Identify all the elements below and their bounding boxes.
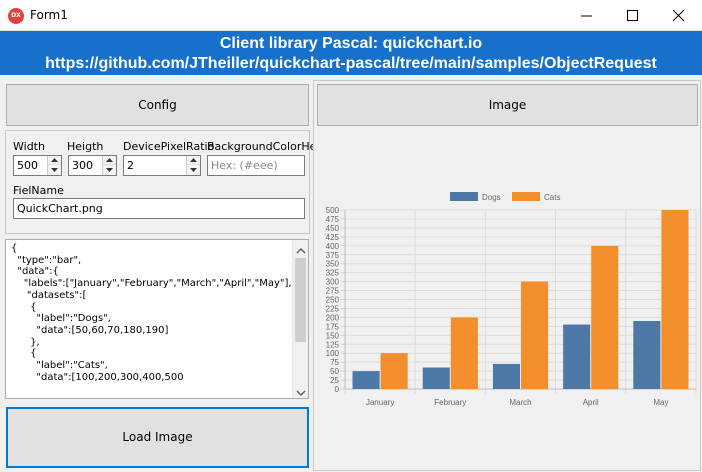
app-icon xyxy=(8,8,24,24)
width-value: 500 xyxy=(17,159,38,172)
config-button[interactable]: Config xyxy=(6,84,309,126)
y-tick-label: 375 xyxy=(326,251,340,260)
close-button[interactable] xyxy=(656,0,702,31)
x-tick-label: April xyxy=(583,398,599,407)
y-tick-label: 475 xyxy=(326,215,340,224)
bgcolor-placeholder: Hex: (#eee) xyxy=(211,159,278,172)
bgcolor-input[interactable]: Hex: (#eee) xyxy=(207,155,305,176)
maximize-icon xyxy=(627,10,638,21)
header-title: Client library Pascal: quickchart.io xyxy=(219,35,483,52)
legend-swatch xyxy=(512,192,540,201)
bar-dogs xyxy=(563,324,591,389)
spin-down-icon[interactable] xyxy=(103,166,116,175)
y-tick-label: 50 xyxy=(330,367,339,376)
spin-up-icon[interactable] xyxy=(187,156,200,165)
window-titlebar: Form1 xyxy=(0,0,702,31)
header-banner: Client library Pascal: quickchart.io htt… xyxy=(0,31,702,75)
height-value: 300 xyxy=(72,159,93,172)
height-spinner-arrows[interactable] xyxy=(102,156,116,175)
y-tick-label: 275 xyxy=(326,287,340,296)
scroll-down-icon[interactable] xyxy=(296,386,306,397)
window-title: Form1 xyxy=(30,8,68,22)
y-tick-label: 350 xyxy=(326,260,340,269)
y-tick-label: 450 xyxy=(326,224,340,233)
y-tick-label: 300 xyxy=(326,278,340,287)
scrollbar-thumb[interactable] xyxy=(295,258,306,342)
dpr-spinner[interactable]: 2 xyxy=(123,155,201,176)
width-label: Width xyxy=(13,140,45,153)
bar-cats xyxy=(521,281,549,389)
dpr-spinner-arrows[interactable] xyxy=(186,156,200,175)
x-tick-label: January xyxy=(366,398,394,407)
chart-image: 0 25 50 75 100 125 150 175 200 225 250 275 300 325 350… xyxy=(316,128,700,468)
close-icon xyxy=(673,10,685,22)
y-tick-label: 150 xyxy=(326,331,340,340)
y-tick-label: 500 xyxy=(326,206,340,215)
filename-value: QuickChart.png xyxy=(17,202,103,215)
y-tick-label: 25 xyxy=(330,376,339,385)
spin-up-icon[interactable] xyxy=(103,156,116,165)
legend-label: Cats xyxy=(544,193,560,202)
bar-dogs xyxy=(492,363,520,389)
legend-swatch xyxy=(450,192,478,201)
x-tick-label: February xyxy=(434,398,466,407)
bar-cats xyxy=(450,317,478,389)
filename-input[interactable]: QuickChart.png xyxy=(13,198,305,219)
y-tick-label: 200 xyxy=(326,313,340,322)
scroll-up-icon[interactable] xyxy=(296,244,306,254)
image-button[interactable]: Image xyxy=(317,84,698,126)
json-memo[interactable]: { "type":"bar", "data":{ "labels":["Janu… xyxy=(5,239,309,399)
bar-chart: 0255075100125150175200225250275300325350… xyxy=(326,192,697,407)
spin-up-icon[interactable] xyxy=(48,156,61,165)
spin-down-icon[interactable] xyxy=(48,166,61,175)
minimize-icon xyxy=(581,15,592,17)
minimize-button[interactable] xyxy=(564,0,610,31)
y-tick-label: 0 xyxy=(335,385,340,394)
y-tick-label: 325 xyxy=(326,269,340,278)
json-memo-text: { "type":"bar", "data":{ "labels":["Janu… xyxy=(11,243,292,383)
bar-cats xyxy=(591,245,619,389)
bar-dogs xyxy=(633,320,661,389)
width-spinner-arrows[interactable] xyxy=(47,156,61,175)
dpr-label: DevicePixelRatio xyxy=(123,140,215,153)
y-tick-label: 100 xyxy=(326,349,340,358)
y-tick-label: 400 xyxy=(326,242,340,251)
y-tick-label: 250 xyxy=(326,296,340,305)
height-spinner[interactable]: 300 xyxy=(68,155,117,176)
dpr-value: 2 xyxy=(127,159,134,172)
config-button-label: Config xyxy=(138,98,177,112)
load-image-button-label: Load Image xyxy=(122,430,193,444)
bar-dogs xyxy=(352,371,380,389)
bar-dogs xyxy=(422,367,450,389)
spin-down-icon[interactable] xyxy=(187,166,200,175)
filename-label: FielName xyxy=(13,184,64,197)
y-tick-label: 125 xyxy=(326,340,340,349)
width-spinner[interactable]: 500 xyxy=(13,155,62,176)
bar-cats xyxy=(380,353,408,389)
y-tick-label: 225 xyxy=(326,304,340,313)
header-url: https://github.com/JTheiller/quickchart-… xyxy=(45,55,657,72)
y-tick-label: 175 xyxy=(326,322,340,331)
image-button-label: Image xyxy=(488,98,527,112)
height-label: Heigth xyxy=(67,140,104,153)
maximize-button[interactable] xyxy=(610,0,656,31)
y-tick-label: 425 xyxy=(326,233,340,242)
y-tick-label: 75 xyxy=(330,358,339,367)
x-tick-label: May xyxy=(653,398,668,407)
load-image-button[interactable]: Load Image xyxy=(6,407,309,468)
legend-label: Dogs xyxy=(482,193,501,202)
bar-cats xyxy=(661,210,689,389)
bgcolor-label: BackgroundColorHex xyxy=(207,140,323,153)
x-tick-label: March xyxy=(509,398,531,407)
memo-scrollbar[interactable] xyxy=(292,240,308,398)
